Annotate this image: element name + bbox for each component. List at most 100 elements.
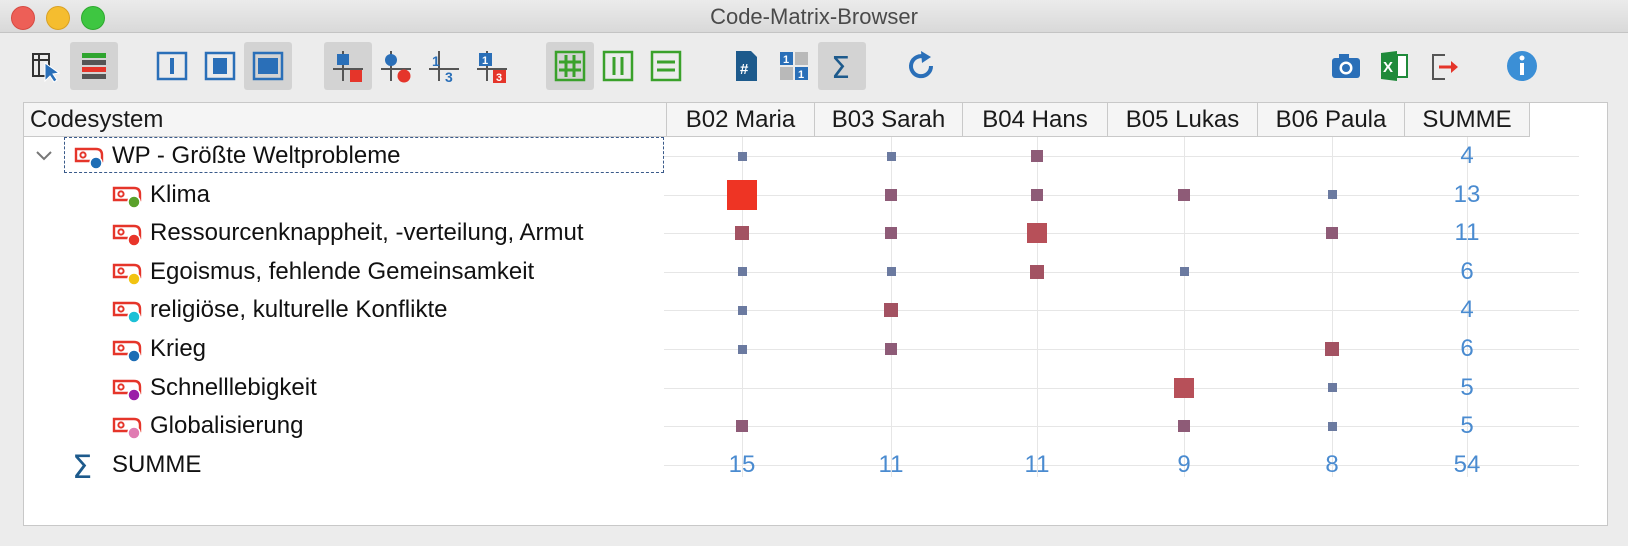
frequency-square[interactable] xyxy=(737,267,747,277)
document-hash-icon[interactable]: # xyxy=(722,42,770,90)
frequency-square[interactable] xyxy=(1327,190,1337,200)
grid-rows-icon[interactable] xyxy=(642,42,690,90)
frequency-square[interactable] xyxy=(727,179,757,210)
grid-columns-icon[interactable] xyxy=(594,42,642,90)
code-row[interactable]: religiöse, kulturelle Konflikte 4 xyxy=(24,291,1579,330)
column-header[interactable]: SUMME xyxy=(1405,103,1530,137)
frequency-square[interactable] xyxy=(1327,383,1337,393)
row-sum: 4 xyxy=(1460,296,1474,324)
frequency-square[interactable] xyxy=(1030,264,1044,279)
column-sum: 8 xyxy=(1325,450,1339,478)
column-header[interactable]: B06 Paula xyxy=(1258,103,1405,137)
sum-icon[interactable]: Σ xyxy=(818,42,866,90)
symbols-squares-icon[interactable] xyxy=(324,42,372,90)
frequency-square[interactable] xyxy=(885,343,897,355)
row-sum: 11 xyxy=(1454,219,1480,247)
frequency-square[interactable] xyxy=(1326,227,1338,240)
frequency-square[interactable] xyxy=(885,188,897,201)
row-sum: 5 xyxy=(1460,412,1474,440)
code-label: WP - Größte Weltprobleme xyxy=(112,142,401,169)
export-icon[interactable] xyxy=(1420,42,1468,90)
code-row[interactable]: Klima 13 xyxy=(24,176,1579,215)
code-label: religiöse, kulturelle Konflikte xyxy=(150,296,448,324)
code-label: Globalisierung xyxy=(150,412,304,440)
code-label: Egoismus, fehlende Gemeinsamkeit xyxy=(150,257,535,285)
frequency-square[interactable] xyxy=(1031,150,1043,162)
frequency-square[interactable] xyxy=(1327,421,1337,431)
frequency-square[interactable] xyxy=(736,420,748,433)
view-narrow-icon[interactable] xyxy=(148,42,196,90)
binary-icon[interactable]: 11 xyxy=(770,42,818,90)
sum-row: Σ SUMME 15 11 11 9 8 54 xyxy=(24,446,1579,486)
refresh-icon[interactable] xyxy=(898,42,946,90)
svg-text:Σ: Σ xyxy=(831,51,850,83)
codesystem-header[interactable]: Codesystem xyxy=(24,103,667,137)
symbols-number-squares-icon[interactable]: 13 xyxy=(468,42,516,90)
camera-icon[interactable] xyxy=(1322,42,1370,90)
column-sum: 9 xyxy=(1177,450,1191,478)
code-label: Schnelllebigkeit xyxy=(150,373,317,401)
code-icon xyxy=(110,413,144,441)
column-header[interactable]: B05 Lukas xyxy=(1108,103,1258,137)
code-icon xyxy=(110,220,144,248)
symbols-numbers-icon[interactable]: 13 xyxy=(420,42,468,90)
row-sum: 6 xyxy=(1460,257,1474,285)
grand-total: 54 xyxy=(1453,450,1481,478)
svg-text:X: X xyxy=(1383,59,1393,76)
svg-text:3: 3 xyxy=(445,69,453,83)
code-icon xyxy=(110,297,144,325)
svg-text:#: # xyxy=(740,61,749,78)
frequency-square[interactable] xyxy=(886,267,896,277)
info-icon[interactable] xyxy=(1498,42,1546,90)
code-icon xyxy=(110,375,144,403)
view-medium-icon[interactable] xyxy=(196,42,244,90)
column-sum: 15 xyxy=(728,450,756,478)
code-icon xyxy=(110,259,144,287)
column-header[interactable]: B03 Sarah xyxy=(815,103,963,137)
code-row[interactable]: Schnelllebigkeit 5 xyxy=(24,369,1579,408)
frequency-square[interactable] xyxy=(735,226,749,241)
frequency-square[interactable] xyxy=(1174,377,1194,398)
column-header[interactable]: B02 Maria xyxy=(667,103,815,137)
sum-row-label: SUMME xyxy=(112,450,202,478)
column-sum: 11 xyxy=(1024,450,1050,478)
code-row[interactable]: Globalisierung 5 xyxy=(24,407,1579,446)
frequency-square[interactable] xyxy=(737,151,747,161)
column-sum: 11 xyxy=(878,450,904,478)
frequency-square[interactable] xyxy=(884,303,898,318)
column-header[interactable]: B04 Hans xyxy=(963,103,1108,137)
excel-icon[interactable]: X xyxy=(1370,42,1418,90)
row-sum: 6 xyxy=(1460,335,1474,362)
window-title: Code-Matrix-Browser xyxy=(710,4,918,29)
code-row[interactable]: Egoismus, fehlende Gemeinsamkeit 6 xyxy=(24,253,1579,292)
frequency-square[interactable] xyxy=(737,344,747,354)
code-row[interactable]: Krieg 6 xyxy=(24,330,1579,369)
frequency-square[interactable] xyxy=(885,227,897,240)
svg-text:1: 1 xyxy=(432,53,440,69)
frequency-square[interactable] xyxy=(886,151,896,161)
parent-code-row[interactable]: WP - Größte Weltprobleme 4 xyxy=(24,137,1579,176)
code-icon xyxy=(72,143,106,171)
title-bar: Code-Matrix-Browser xyxy=(0,0,1628,33)
frequency-square[interactable] xyxy=(737,305,747,315)
frequency-square[interactable] xyxy=(1178,188,1190,201)
grid-both-icon[interactable] xyxy=(546,42,594,90)
view-wide-icon[interactable] xyxy=(244,42,292,90)
code-label: Klima xyxy=(150,180,211,208)
select-cursor-icon[interactable] xyxy=(22,42,70,90)
chevron-down-icon[interactable] xyxy=(34,146,54,166)
svg-text:3: 3 xyxy=(496,72,502,83)
frequency-square[interactable] xyxy=(1179,267,1189,277)
frequency-square[interactable] xyxy=(1031,188,1043,201)
symbols-circles-icon[interactable] xyxy=(372,42,420,90)
codes-color-icon[interactable] xyxy=(70,42,118,90)
code-label: Krieg xyxy=(150,335,207,362)
frequency-square[interactable] xyxy=(1178,420,1190,433)
code-label: Ressourcenknappheit, -verteilung, Armut xyxy=(150,219,584,247)
frequency-square[interactable] xyxy=(1325,342,1339,356)
sum-icon: Σ xyxy=(72,447,93,486)
row-sum: 5 xyxy=(1460,373,1474,401)
code-row[interactable]: Ressourcenknappheit, -verteilung, Armut 1… xyxy=(24,214,1579,253)
svg-text:1: 1 xyxy=(783,54,789,66)
frequency-square[interactable] xyxy=(1027,223,1047,244)
